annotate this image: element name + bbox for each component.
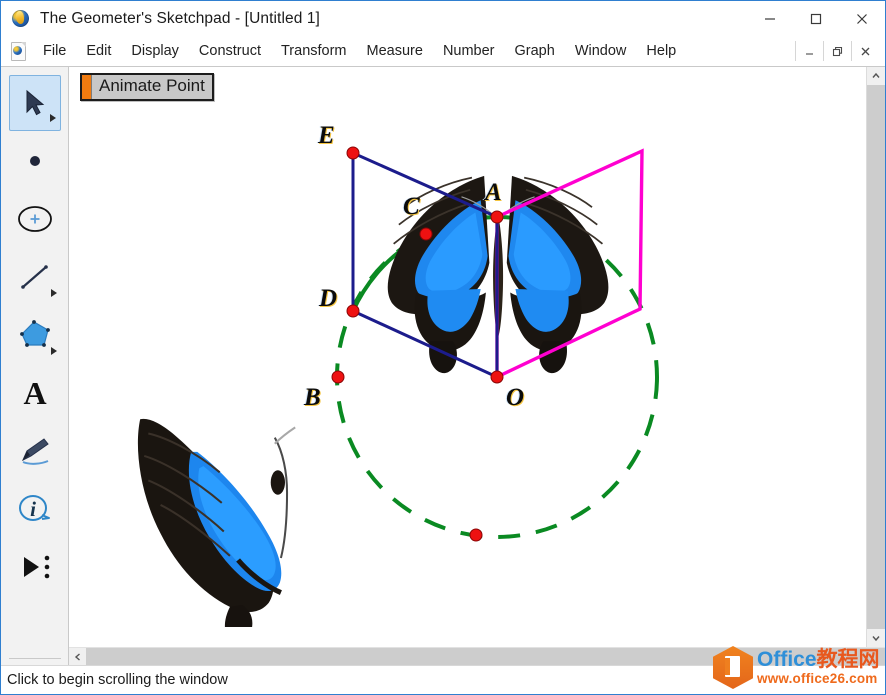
vertical-scrollbar[interactable] [866, 67, 885, 647]
label-D[interactable]: D [319, 285, 337, 313]
point-D[interactable] [346, 304, 360, 318]
maximize-button[interactable] [793, 1, 839, 36]
pencil-icon [21, 438, 49, 465]
sketch-window: E A C D B O Animate Point [69, 66, 885, 665]
compass-circle-tool[interactable] [9, 191, 61, 247]
animate-point-label: Animate Point [91, 75, 212, 99]
application-window: The Geometer's Sketchpad - [Untitled 1] … [0, 0, 886, 695]
point-A[interactable] [490, 210, 504, 224]
menu-item-measure[interactable]: Measure [358, 39, 432, 63]
horizontal-scrollbar-thumb[interactable] [86, 648, 885, 665]
menu-item-edit[interactable]: Edit [77, 39, 120, 63]
polygon-tool[interactable] [9, 307, 61, 363]
play-menu-icon [23, 555, 49, 579]
document-icon [9, 41, 27, 61]
arrow-select-tool[interactable] [8, 75, 61, 131]
menu-bar: File Edit Display Construct Transform Me… [1, 36, 885, 66]
animate-point-button[interactable]: Animate Point [80, 73, 214, 101]
geometry-drawing [70, 146, 659, 627]
minimize-button[interactable] [747, 1, 793, 36]
status-bar: Click to begin scrolling the window [1, 665, 885, 694]
menu-item-graph[interactable]: Graph [506, 39, 564, 63]
horizontal-scrollbar[interactable] [69, 647, 885, 665]
label-E[interactable]: E [318, 122, 335, 150]
title-bar: The Geometer's Sketchpad - [Untitled 1] [1, 1, 885, 36]
mdi-window-controls [795, 40, 885, 62]
window-title: The Geometer's Sketchpad - [Untitled 1] [40, 9, 320, 27]
info-icon: i [18, 495, 50, 521]
chevron-down-icon[interactable] [867, 629, 885, 647]
butterfly-side-view [138, 419, 295, 627]
text-a-icon: A [23, 376, 46, 410]
mdi-minimize-button[interactable] [795, 41, 823, 61]
point-C[interactable] [419, 227, 433, 241]
label-O[interactable]: O [506, 384, 524, 412]
circle-icon [17, 206, 52, 232]
mdi-restore-button[interactable] [823, 41, 851, 61]
marker-tool[interactable] [9, 423, 61, 479]
menu-item-number[interactable]: Number [434, 39, 504, 63]
sketch-canvas[interactable]: E A C D B O Animate Point [69, 67, 885, 647]
menu-item-construct[interactable]: Construct [190, 39, 270, 63]
svg-text:A: A [23, 376, 46, 410]
chevron-up-icon[interactable] [867, 67, 885, 85]
straightedge-tool[interactable] [9, 249, 61, 305]
menu-item-window[interactable]: Window [566, 39, 636, 63]
point-B[interactable] [331, 370, 345, 384]
status-message: Click to begin scrolling the window [7, 672, 228, 688]
arrow-tool-flyout-icon[interactable] [49, 114, 56, 122]
information-tool[interactable]: i [9, 481, 61, 537]
label-A[interactable]: A [485, 179, 502, 207]
point-tool[interactable] [9, 133, 61, 189]
work-area: A i E A C D B O Animate Point [1, 66, 885, 665]
label-C[interactable]: C [403, 193, 420, 221]
window-controls [747, 1, 885, 36]
svg-text:i: i [30, 497, 36, 521]
label-B[interactable]: B [304, 384, 321, 412]
point-E[interactable] [346, 146, 360, 160]
custom-tool[interactable] [9, 539, 61, 595]
toolbox-divider [8, 658, 61, 659]
menu-item-help[interactable]: Help [637, 39, 685, 63]
menu-item-transform[interactable]: Transform [272, 39, 356, 63]
vertical-scrollbar-thumb[interactable] [867, 85, 885, 629]
close-button[interactable] [839, 1, 885, 36]
menu-item-display[interactable]: Display [122, 39, 188, 63]
straightedge-tool-flyout-icon[interactable] [50, 289, 57, 297]
point-circle-bottom[interactable] [469, 528, 483, 542]
text-tool[interactable]: A [9, 365, 61, 421]
mdi-close-button[interactable] [851, 41, 879, 61]
point-icon [29, 156, 40, 166]
chevron-left-icon[interactable] [69, 648, 86, 665]
animate-point-accent-bar [82, 75, 91, 99]
point-O[interactable] [490, 370, 504, 384]
toolbox: A i [1, 66, 69, 665]
sketchpad-globe-icon [11, 9, 31, 29]
arrow-icon [26, 89, 44, 116]
polygon-icon [19, 320, 50, 347]
menu-item-file[interactable]: File [34, 39, 75, 63]
line-icon [20, 265, 48, 289]
polygon-tool-flyout-icon[interactable] [50, 347, 57, 355]
